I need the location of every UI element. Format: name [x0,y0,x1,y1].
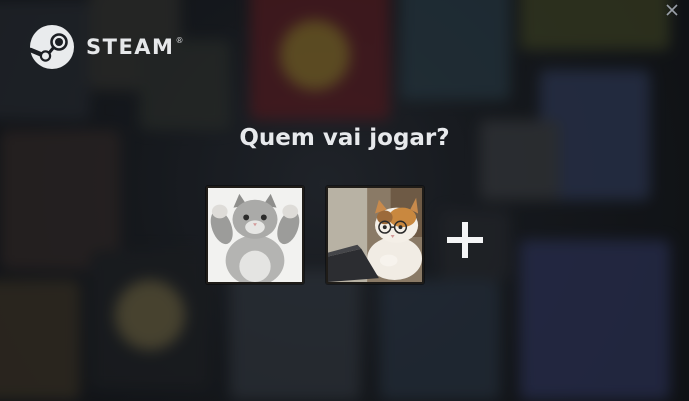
close-button[interactable] [665,3,679,17]
registered-mark: ® [175,36,184,45]
who-will-play-title: Quem vai jogar? [239,125,450,151]
plus-icon [447,222,483,258]
steam-wordmark: STEAM [86,35,175,59]
account-avatar-1[interactable] [206,186,304,284]
steam-account-picker-window: STEAM® Quem vai jogar? [0,0,689,401]
steam-logo: STEAM® [30,25,183,69]
close-icon [666,4,678,16]
account-avatar-2[interactable] [326,186,424,284]
steam-logo-icon [30,25,74,69]
cat-with-glasses-laptop-avatar [328,188,422,282]
cat-flexing-avatar [208,188,302,282]
add-account-button[interactable] [443,218,487,262]
